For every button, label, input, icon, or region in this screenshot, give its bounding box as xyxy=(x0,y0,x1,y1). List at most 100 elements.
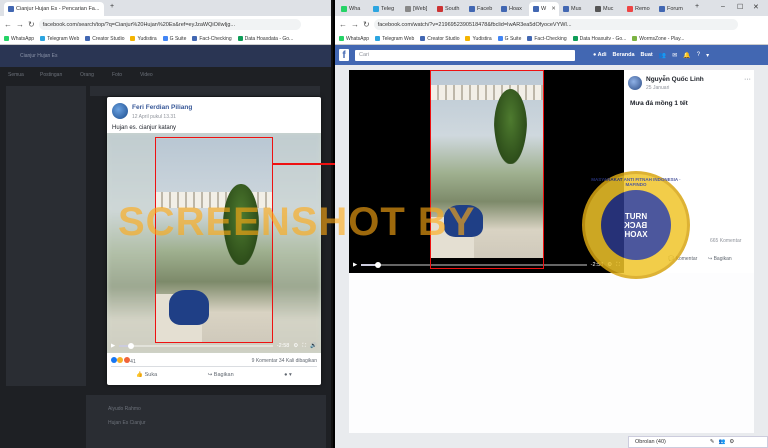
messenger-icon[interactable]: ✉ xyxy=(672,52,677,59)
volume-icon[interactable]: 🔊 xyxy=(310,343,317,349)
tab-item[interactable]: South xyxy=(433,2,465,16)
comments-area xyxy=(349,273,754,433)
close-window-icon[interactable]: ✕ xyxy=(753,3,759,11)
people-icon[interactable]: 👥 xyxy=(719,439,726,445)
haha-reaction-icon xyxy=(123,356,130,363)
tab-item[interactable]: Muc xyxy=(591,2,623,16)
reaction-icons[interactable]: 41 xyxy=(111,356,136,365)
telegram-favicon-icon xyxy=(373,6,379,12)
facebook-favicon-icon xyxy=(8,6,14,12)
sheets-icon xyxy=(572,36,578,41)
right-url-field[interactable]: facebook.com/watch/?v=2196952390518478&f… xyxy=(373,19,738,30)
bookmark-item[interactable]: Yudistira xyxy=(130,36,157,42)
fullscreen-icon[interactable]: ⛶ xyxy=(302,343,306,350)
author-avatar[interactable] xyxy=(112,103,128,119)
video-timestamp[interactable]: 25 Januari xyxy=(646,85,669,91)
account-menu-icon[interactable]: ▾ xyxy=(706,52,709,59)
bookmark-item[interactable]: Telegram Web xyxy=(375,36,414,42)
profile-link[interactable]: ● Adi xyxy=(593,52,607,58)
tab-item[interactable]: Hoax xyxy=(497,2,529,16)
facebook-icon xyxy=(527,36,533,41)
facebook-icon xyxy=(420,36,426,41)
badge-word: HOAX xyxy=(624,229,648,239)
bookmark-item[interactable]: Creator Studio xyxy=(420,36,459,42)
tab-item[interactable]: Faceb xyxy=(465,2,497,16)
facebook-header: f Cari ● Adi Beranda Buat 👥 ✉ 🔔 ? ▾ xyxy=(335,45,768,65)
tab-item[interactable]: Forum xyxy=(655,2,689,16)
video-author-link[interactable]: Nguyễn Quốc Linh xyxy=(646,76,704,83)
play-icon[interactable]: ▶ xyxy=(111,343,115,349)
whatsapp-icon xyxy=(339,36,344,41)
author-avatar[interactable] xyxy=(628,76,642,90)
friends-icon[interactable]: 👥 xyxy=(659,52,666,59)
video-controls: ▶ -2:58 ⚙ ⛶ 🔊 xyxy=(107,339,321,353)
reactions-count: 41 xyxy=(130,358,136,365)
bookmark-item[interactable]: G Suite xyxy=(497,36,521,42)
settings-gear-icon[interactable]: ⚙ xyxy=(293,343,298,349)
chat-settings-icon[interactable]: ⚙ xyxy=(729,439,734,445)
right-bookmarks-bar: WhatsApp Telegram Web Creator Studio Yud… xyxy=(335,33,768,45)
bookmark-item[interactable]: Data Hoaxuitv - Go... xyxy=(572,36,626,42)
home-link[interactable]: Beranda xyxy=(613,52,635,58)
wow-reaction-icon xyxy=(117,356,124,363)
web-favicon-icon xyxy=(405,6,411,12)
create-link[interactable]: Buat xyxy=(641,52,653,58)
close-tab-icon[interactable]: ✕ xyxy=(551,6,556,12)
forward-icon[interactable]: → xyxy=(351,20,359,29)
facebook-favicon-icon xyxy=(563,6,569,12)
bookmark-item[interactable]: WormsZone - Play... xyxy=(632,36,684,42)
video-progress-bar[interactable] xyxy=(119,343,273,349)
tab-item[interactable]: Teleg xyxy=(369,2,401,16)
sheets-icon xyxy=(237,36,243,41)
google-icon xyxy=(497,36,503,41)
facebook-logo-icon[interactable]: f xyxy=(339,49,349,61)
back-icon[interactable]: ← xyxy=(4,20,12,29)
right-active-tab[interactable]: W ✕ xyxy=(529,2,559,16)
bookmark-item[interactable]: Telegram Web xyxy=(40,36,79,42)
whatsapp-icon xyxy=(4,36,9,41)
bg-menu-item: Semua xyxy=(8,72,24,78)
like-button[interactable]: 👍 Suka xyxy=(136,372,157,378)
forward-icon[interactable]: → xyxy=(16,20,24,29)
audience-selector[interactable]: ● ▾ xyxy=(284,372,292,378)
new-tab-icon[interactable]: + xyxy=(110,3,114,10)
reload-icon[interactable]: ↻ xyxy=(28,20,35,29)
facebook-favicon-icon xyxy=(659,6,665,12)
share-button[interactable]: ↪ Bagikan xyxy=(708,256,732,262)
play-icon[interactable]: ▶ xyxy=(353,262,357,268)
tab-item[interactable]: [Web] xyxy=(401,2,433,16)
maximize-icon[interactable]: ☐ xyxy=(737,3,743,11)
bookmark-item[interactable]: Yudistira xyxy=(465,36,492,42)
help-icon[interactable]: ? xyxy=(697,52,700,58)
more-options-icon[interactable]: ··· xyxy=(744,76,751,83)
tab-item[interactable]: Wha xyxy=(337,2,369,16)
back-icon[interactable]: ← xyxy=(339,20,347,29)
share-button[interactable]: ↪ Bagikan xyxy=(208,372,234,378)
facebook-favicon-icon xyxy=(501,6,507,12)
notifications-icon[interactable]: 🔔 xyxy=(683,52,690,59)
left-url-field[interactable]: facebook.com/search/top/?q=Cianjur%20Huj… xyxy=(38,19,301,30)
tab-item[interactable]: Remo xyxy=(623,2,655,16)
left-active-tab[interactable]: Cianjur Hujan Es - Pencarian Fa... ✕ xyxy=(4,2,104,16)
reload-icon[interactable]: ↻ xyxy=(363,20,370,29)
bookmark-item[interactable]: WhatsApp xyxy=(4,36,34,42)
post-timestamp[interactable]: 12 April pukul 13.31 xyxy=(132,114,176,120)
game-icon xyxy=(632,36,638,41)
remove-favicon-icon xyxy=(627,6,633,12)
tab-item[interactable]: Mus xyxy=(559,2,591,16)
bookmark-item[interactable]: Fact-Checking xyxy=(192,36,232,42)
bookmark-item[interactable]: Data Hoaxdata - Go... xyxy=(237,36,293,42)
compose-icon[interactable]: ✎ xyxy=(710,439,715,445)
minimize-icon[interactable]: – xyxy=(721,3,725,10)
chat-bar[interactable]: Obrolan (40) ✎ 👥 ⚙ xyxy=(628,436,768,448)
post-author-link[interactable]: Feri Ferdian Piliang xyxy=(132,104,192,111)
bookmark-item[interactable]: Creator Studio xyxy=(85,36,124,42)
bookmark-item[interactable]: WhatsApp xyxy=(339,36,369,42)
bookmark-item[interactable]: Fact-Checking xyxy=(527,36,567,42)
facebook-search-input[interactable]: Cari xyxy=(355,49,575,61)
video-comments-count[interactable]: 665 Komentar xyxy=(710,238,741,244)
comments-shares-count[interactable]: 9 Komentar 34 Kali dibagikan xyxy=(252,358,317,364)
turnbackhoax-badge: MASYARAKAT ANTI FITNAH INDONESIA · MAFIN… xyxy=(582,171,690,279)
new-tab-icon[interactable]: + xyxy=(695,3,699,10)
bookmark-item[interactable]: G Suite xyxy=(162,36,186,42)
